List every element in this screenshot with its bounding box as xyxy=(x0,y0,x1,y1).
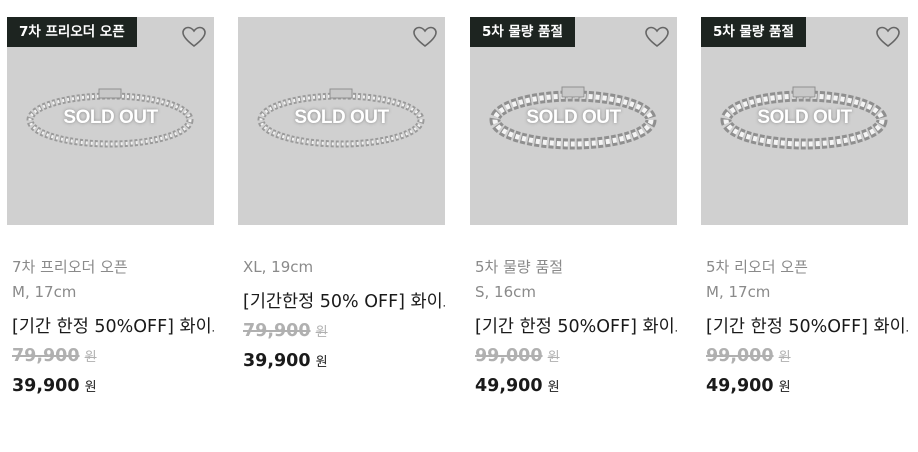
sale-price-value: 39,900 xyxy=(243,351,311,371)
status-badge: 7차 프리오더 오픈 xyxy=(7,17,137,47)
sale-price: 49,900 원 xyxy=(706,374,908,400)
currency-unit: 원 xyxy=(315,355,328,370)
product-name[interactable]: [기간한정 50% OFF] 화이트 테니스 팔찌 xyxy=(243,290,445,314)
product-image[interactable]: 7차 프리오더 오픈 SOLD OUT xyxy=(7,17,214,225)
currency-unit: 원 xyxy=(778,380,791,395)
product-image[interactable]: SOLD OUT xyxy=(238,17,445,225)
original-price-value: 99,000 xyxy=(475,346,543,366)
status-badge: 5차 물량 품절 xyxy=(470,17,575,47)
product-card[interactable]: 5차 물량 품절 SOLD OUT 5차 물량 품절 S, 16cm [기간 한… xyxy=(470,17,677,400)
currency-unit: 원 xyxy=(315,325,328,340)
product-card[interactable]: SOLD OUT XL, 19cm [기간한정 50% OFF] 화이트 테니스… xyxy=(238,17,445,375)
product-name[interactable]: [기간 한정 50%OFF] 화이트 테니스 팔찌 xyxy=(475,315,677,339)
heart-icon[interactable] xyxy=(644,25,670,49)
product-grid: 7차 프리오더 오픈 SOLD OUT 7차 프리오더 오픈 M, 17cm [… xyxy=(0,0,918,452)
status-badge: 5차 물량 품절 xyxy=(701,17,806,47)
product-card[interactable]: 7차 프리오더 오픈 SOLD OUT 7차 프리오더 오픈 M, 17cm [… xyxy=(7,17,214,400)
sold-out-overlay: SOLD OUT xyxy=(526,107,621,128)
original-price: 79,900 원 xyxy=(12,344,214,370)
sale-price-value: 39,900 xyxy=(12,376,80,396)
heart-icon[interactable] xyxy=(181,25,207,49)
sale-price: 49,900 원 xyxy=(475,374,677,400)
currency-unit: 원 xyxy=(547,350,560,365)
product-info: 5차 리오더 오픈 M, 17cm [기간 한정 50%OFF] 화이트 테니스… xyxy=(701,255,908,400)
currency-unit: 원 xyxy=(547,380,560,395)
product-option: M, 17cm xyxy=(706,283,771,301)
original-price-value: 99,000 xyxy=(706,346,774,366)
product-card[interactable]: 5차 물량 품절 SOLD OUT 5차 리오더 오픈 M, 17cm [기간 … xyxy=(701,17,908,400)
product-tag: 5차 물량 품절 xyxy=(475,258,564,276)
original-price-value: 79,900 xyxy=(243,321,311,341)
product-info: XL, 19cm [기간한정 50% OFF] 화이트 테니스 팔찌 79,90… xyxy=(238,255,445,375)
sale-price: 39,900 원 xyxy=(12,374,214,400)
sold-out-overlay: SOLD OUT xyxy=(757,107,852,128)
currency-unit: 원 xyxy=(778,350,791,365)
product-name[interactable]: [기간 한정 50%OFF] 화이트 테니스 팔찌 xyxy=(12,315,214,339)
heart-icon[interactable] xyxy=(412,25,438,49)
sale-price: 39,900 원 xyxy=(243,349,445,375)
product-option: XL, 19cm xyxy=(243,258,314,276)
currency-unit: 원 xyxy=(84,380,97,395)
sold-out-overlay: SOLD OUT xyxy=(63,107,158,128)
product-tag: 7차 프리오더 오픈 xyxy=(12,258,128,276)
product-name[interactable]: [기간 한정 50%OFF] 화이트 테니스 팔찌 xyxy=(706,315,908,339)
sale-price-value: 49,900 xyxy=(706,376,774,396)
original-price-value: 79,900 xyxy=(12,346,80,366)
product-info: 7차 프리오더 오픈 M, 17cm [기간 한정 50%OFF] 화이트 테니… xyxy=(7,255,214,400)
product-info: 5차 물량 품절 S, 16cm [기간 한정 50%OFF] 화이트 테니스 … xyxy=(470,255,677,400)
product-image[interactable]: 5차 물량 품절 SOLD OUT xyxy=(470,17,677,225)
original-price: 99,000 원 xyxy=(706,344,908,370)
original-price: 79,900 원 xyxy=(243,319,445,345)
product-option: S, 16cm xyxy=(475,283,537,301)
original-price: 99,000 원 xyxy=(475,344,677,370)
sold-out-overlay: SOLD OUT xyxy=(294,107,389,128)
product-tag: 5차 리오더 오픈 xyxy=(706,258,808,276)
product-option: M, 17cm xyxy=(12,283,77,301)
sale-price-value: 49,900 xyxy=(475,376,543,396)
currency-unit: 원 xyxy=(84,350,97,365)
heart-icon[interactable] xyxy=(875,25,901,49)
product-image[interactable]: 5차 물량 품절 SOLD OUT xyxy=(701,17,908,225)
